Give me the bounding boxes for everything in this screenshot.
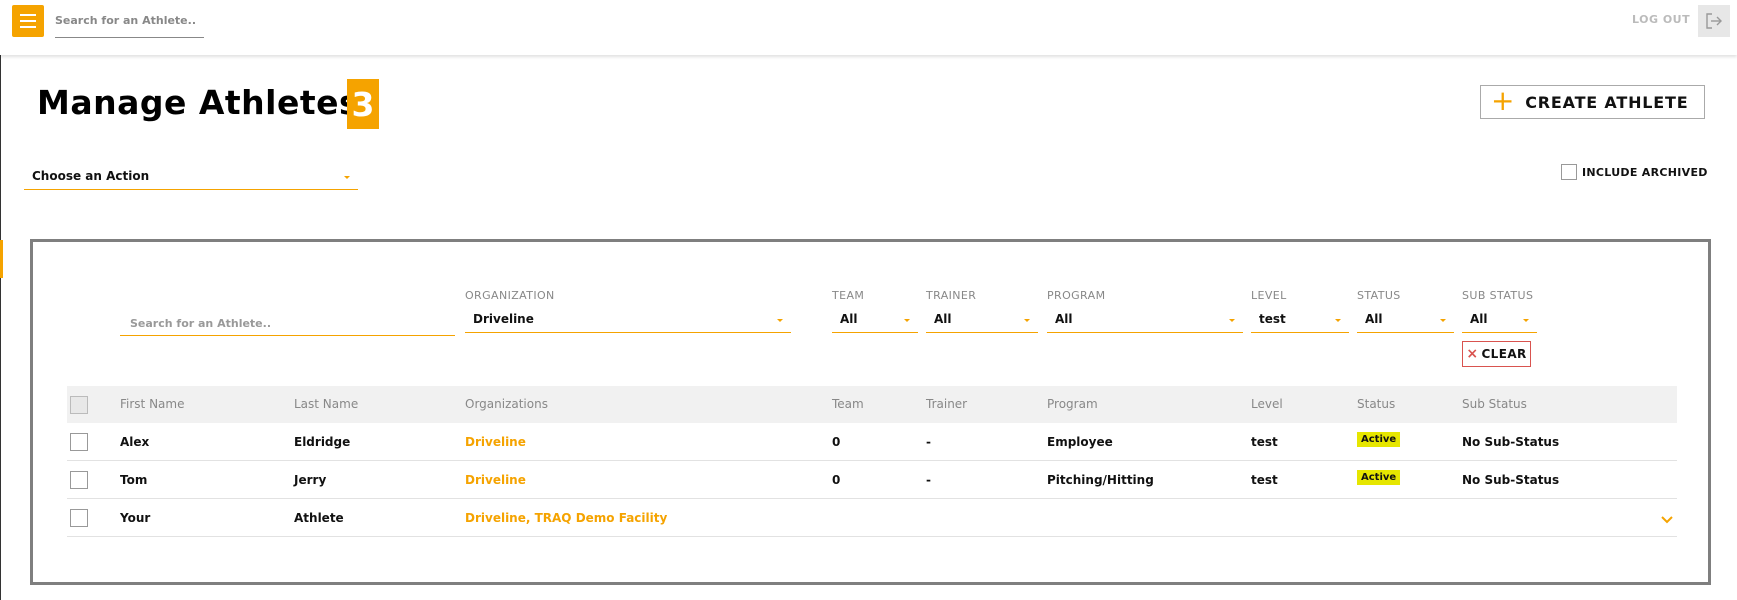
sub-status-filter-label: SUB STATUS <box>1462 289 1534 302</box>
athletes-panel: Search for an Athlete.. ORGANIZATION Dri… <box>30 239 1711 585</box>
cell-organization-link[interactable]: Driveline <box>465 435 526 449</box>
include-archived-checkbox[interactable] <box>1561 164 1577 180</box>
status-badge: Active <box>1357 470 1401 485</box>
organization-filter-value: Driveline <box>473 312 534 326</box>
team-filter-value: All <box>840 312 858 326</box>
row-checkbox[interactable] <box>70 433 88 451</box>
status-filter-label: STATUS <box>1357 289 1401 302</box>
page-title: Manage Athletes <box>37 83 360 122</box>
header-level[interactable]: Level <box>1251 397 1283 411</box>
cell-program: Pitching/Hitting <box>1047 473 1154 487</box>
header-sub-status[interactable]: Sub Status <box>1462 397 1527 411</box>
cell-first-name: Alex <box>120 435 150 449</box>
caret-down-icon <box>1335 319 1341 322</box>
level-filter-value: test <box>1259 312 1286 326</box>
row-checkbox[interactable] <box>70 509 88 527</box>
cell-organization-link[interactable]: Driveline, TRAQ Demo Facility <box>465 511 667 525</box>
cell-organization-link[interactable]: Driveline <box>465 473 526 487</box>
clear-filters-button[interactable]: × CLEAR <box>1462 341 1531 367</box>
create-athlete-label: CREATE ATHLETE <box>1525 92 1689 112</box>
caret-down-icon <box>904 319 910 322</box>
cell-level: test <box>1251 473 1278 487</box>
program-filter-label: PROGRAM <box>1047 289 1106 302</box>
hamburger-icon[interactable] <box>12 5 44 37</box>
athlete-count-badge: 3 <box>347 79 379 129</box>
create-athlete-button[interactable]: + CREATE ATHLETE <box>1480 85 1705 119</box>
row-checkbox[interactable] <box>70 471 88 489</box>
cell-first-name: Your <box>120 511 151 525</box>
organization-filter[interactable]: Driveline <box>465 309 791 333</box>
caret-down-icon <box>1229 319 1235 322</box>
trainer-filter-value: All <box>934 312 952 326</box>
table-row[interactable]: Tom Jerry Driveline 0 - Pitching/Hitting… <box>67 461 1677 499</box>
team-filter-label: TEAM <box>832 289 865 302</box>
cell-sub-status: No Sub-Status <box>1462 435 1560 449</box>
include-archived-toggle[interactable]: INCLUDE ARCHIVED <box>1561 164 1708 180</box>
cell-program: Employee <box>1047 435 1113 449</box>
cell-trainer: - <box>926 473 931 487</box>
header-last-name[interactable]: Last Name <box>294 397 358 411</box>
cell-first-name: Tom <box>120 473 148 487</box>
caret-down-icon <box>1440 319 1446 322</box>
status-filter-value: All <box>1365 312 1383 326</box>
program-filter[interactable]: All <box>1047 309 1243 333</box>
plus-icon: + <box>1491 84 1516 117</box>
left-accent-bar <box>0 240 3 278</box>
organization-filter-label: ORGANIZATION <box>465 289 555 302</box>
trainer-filter[interactable]: All <box>926 309 1038 333</box>
cell-team: 0 <box>832 435 841 449</box>
program-filter-value: All <box>1055 312 1073 326</box>
status-badge: Active <box>1357 432 1401 447</box>
caret-down-icon <box>777 319 783 322</box>
table-row[interactable]: Your Athlete Driveline, TRAQ Demo Facili… <box>67 499 1677 537</box>
cell-sub-status: No Sub-Status <box>1462 473 1560 487</box>
header-program[interactable]: Program <box>1047 397 1098 411</box>
top-search-input[interactable]: Search for an Athlete.. <box>55 8 204 38</box>
logout-link[interactable]: LOG OUT <box>1632 13 1690 26</box>
cell-team: 0 <box>832 473 841 487</box>
header-trainer[interactable]: Trainer <box>926 397 967 411</box>
header-organizations[interactable]: Organizations <box>465 397 548 411</box>
clear-filters-label: CLEAR <box>1481 347 1527 361</box>
include-archived-label: INCLUDE ARCHIVED <box>1582 165 1708 179</box>
trainer-filter-label: TRAINER <box>926 289 977 302</box>
header-status[interactable]: Status <box>1357 397 1395 411</box>
header-first-name[interactable]: First Name <box>120 397 184 411</box>
x-icon: × <box>1466 346 1479 362</box>
caret-down-icon <box>1024 319 1030 322</box>
table-header: First Name Last Name Organizations Team … <box>67 386 1677 423</box>
sub-status-filter[interactable]: All <box>1462 309 1537 333</box>
header-team[interactable]: Team <box>832 397 864 411</box>
status-filter[interactable]: All <box>1357 309 1454 333</box>
sub-status-filter-value: All <box>1470 312 1488 326</box>
caret-down-icon <box>344 176 350 179</box>
chevron-down-icon[interactable] <box>1661 509 1673 528</box>
cell-level: test <box>1251 435 1278 449</box>
cell-last-name: Jerry <box>294 473 327 487</box>
select-all-checkbox[interactable] <box>70 396 88 414</box>
cell-last-name: Athlete <box>294 511 344 525</box>
athlete-search-input[interactable]: Search for an Athlete.. <box>120 312 455 336</box>
caret-down-icon <box>1523 319 1529 322</box>
table-row[interactable]: Alex Eldridge Driveline 0 - Employee tes… <box>67 423 1677 461</box>
left-edge-line <box>0 55 1 600</box>
logout-icon[interactable] <box>1698 5 1730 37</box>
team-filter[interactable]: All <box>832 309 918 333</box>
action-select[interactable]: Choose an Action <box>24 166 358 190</box>
action-select-value: Choose an Action <box>32 169 150 183</box>
level-filter[interactable]: test <box>1251 309 1349 333</box>
cell-trainer: - <box>926 435 931 449</box>
top-bar: Search for an Athlete.. LOG OUT <box>0 0 1737 55</box>
level-filter-label: LEVEL <box>1251 289 1287 302</box>
cell-last-name: Eldridge <box>294 435 351 449</box>
